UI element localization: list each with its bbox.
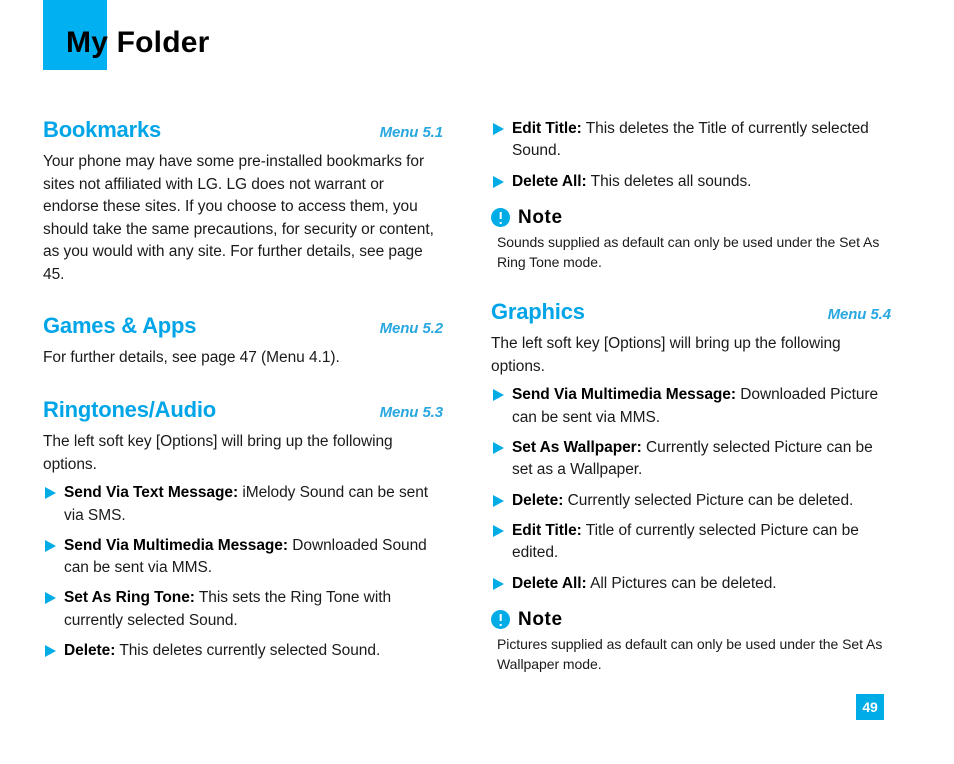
list-item-term: Delete: — [64, 642, 116, 660]
page-title: My Folder — [66, 26, 210, 59]
exclamation-circle-icon — [491, 610, 510, 630]
section-menu-code: Menu 5.4 — [827, 306, 891, 324]
graphics-options-list: Send Via Multimedia Message: Downloaded … — [491, 384, 891, 595]
note-callout-pictures: Note Pictures supplied as default can on… — [491, 609, 891, 674]
list-item: Edit Title: Title of currently selected … — [491, 520, 891, 565]
note-header: Note — [491, 207, 891, 229]
list-item: Set As Wallpaper: Currently selected Pic… — [491, 437, 891, 482]
list-item: Set As Ring Tone: This sets the Ring Ton… — [43, 587, 443, 632]
left-column: Bookmarks Menu 5.1 Your phone may have s… — [43, 118, 443, 670]
list-item-term: Delete All: — [512, 172, 587, 190]
list-item: Delete All: All Pictures can be deleted. — [491, 573, 891, 595]
list-item-term: Edit Title: — [512, 522, 582, 539]
triangle-bullet-icon — [493, 525, 504, 537]
section-title: Games & Apps — [43, 313, 197, 339]
triangle-bullet-icon — [493, 494, 504, 507]
section-heading: Ringtones/Audio Menu 5.3 — [43, 398, 443, 421]
section-paragraph: The left soft key [Options] will bring u… — [491, 335, 841, 375]
section-menu-code: Menu 5.2 — [379, 320, 443, 338]
list-item: Edit Title: This deletes the Title of cu… — [491, 118, 891, 163]
section-bookmarks: Bookmarks Menu 5.1 Your phone may have s… — [43, 118, 443, 286]
ringtones-options-list-continued: Edit Title: This deletes the Title of cu… — [491, 118, 891, 193]
section-heading: Graphics Menu 5.4 — [491, 300, 891, 323]
triangle-bullet-icon — [493, 442, 504, 455]
section-menu-code: Menu 5.1 — [379, 124, 443, 141]
section-menu-code: Menu 5.3 — [379, 404, 443, 422]
note-callout-sounds: Note Sounds supplied as default can only… — [491, 207, 891, 272]
note-header: Note — [491, 609, 891, 631]
note-label: Note — [518, 608, 563, 630]
section-title: Ringtones/Audio — [43, 397, 216, 423]
triangle-bullet-icon — [45, 487, 56, 500]
list-item-term: Send Via Multimedia Message: — [512, 386, 736, 404]
right-column: Edit Title: This deletes the Title of cu… — [491, 118, 891, 680]
note-body: Sounds supplied as default can only be u… — [497, 233, 880, 271]
list-item: Delete All: This deletes all sounds. — [491, 171, 891, 193]
list-item-text: All Pictures can be deleted. — [586, 574, 777, 592]
triangle-bullet-icon — [493, 389, 504, 402]
list-item-text: This deletes all sounds. — [586, 172, 752, 190]
list-item: Delete: This deletes currently selected … — [43, 640, 443, 662]
triangle-bullet-icon — [493, 175, 504, 188]
triangle-bullet-icon — [45, 592, 56, 605]
list-item-term: Set As Wallpaper: — [512, 439, 642, 457]
list-item: Delete: Currently selected Picture can b… — [491, 490, 891, 512]
list-item-term: Send Via Text Message: — [64, 484, 239, 502]
section-graphics: Graphics Menu 5.4 The left soft key [Opt… — [491, 300, 891, 378]
page-header: My Folder — [0, 0, 954, 70]
note-body: Pictures supplied as default can only be… — [497, 635, 883, 673]
section-ringtones-audio: Ringtones/Audio Menu 5.3 The left soft k… — [43, 398, 443, 476]
section-title: Bookmarks — [43, 117, 162, 142]
list-item-text: Currently selected Picture can be delete… — [563, 491, 854, 509]
triangle-bullet-icon — [493, 577, 504, 590]
list-item-text: This deletes currently selected Sound. — [115, 642, 381, 660]
section-paragraph: For further details, see page 47 (Menu 4… — [43, 349, 340, 367]
triangle-bullet-icon — [45, 645, 56, 658]
note-label: Note — [518, 206, 563, 228]
section-heading: Bookmarks Menu 5.1 — [43, 118, 443, 141]
list-item-term: Send Via Multimedia Message: — [64, 536, 288, 554]
list-item: Send Via Text Message: iMelody Sound can… — [43, 482, 443, 527]
section-games-apps: Games & Apps Menu 5.2 For further detail… — [43, 314, 443, 370]
list-item-term: Set As Ring Tone: — [64, 589, 195, 607]
section-paragraph: The left soft key [Options] will bring u… — [43, 433, 393, 473]
list-item-term: Edit Title: — [512, 120, 582, 137]
page-number-badge: 49 — [856, 694, 884, 720]
list-item: Send Via Multimedia Message: Downloaded … — [491, 384, 891, 429]
triangle-bullet-icon — [45, 539, 56, 552]
list-item-term: Delete All: — [512, 574, 587, 592]
list-item-term: Delete: — [512, 491, 564, 509]
section-paragraph: Your phone may have some pre-installed b… — [43, 153, 434, 283]
ringtones-options-list: Send Via Text Message: iMelody Sound can… — [43, 482, 443, 662]
section-heading: Games & Apps Menu 5.2 — [43, 314, 443, 337]
list-item: Send Via Multimedia Message: Downloaded … — [43, 535, 443, 580]
section-title: Graphics — [491, 299, 585, 325]
triangle-bullet-icon — [493, 123, 504, 135]
exclamation-circle-icon — [491, 208, 510, 228]
